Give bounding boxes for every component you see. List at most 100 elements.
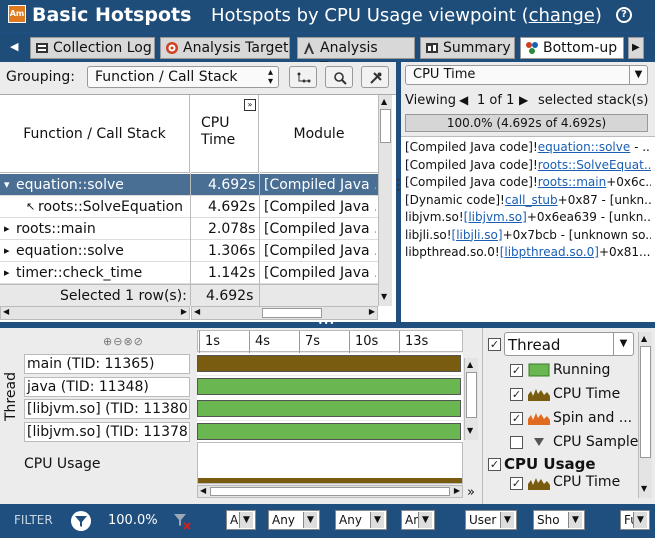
scroll-down-icon[interactable]: ▼: [467, 426, 473, 435]
frame-link[interactable]: roots::main: [538, 175, 606, 189]
thread-activity-bar[interactable]: [197, 422, 461, 440]
stack-frame[interactable]: libpthread.so.0![libpthread.so.0]+0x81..…: [405, 245, 651, 259]
scroll-down-icon[interactable]: ▼: [641, 484, 647, 493]
tab-analysis-type[interactable]: Analysis Type: [297, 37, 415, 76]
tab-analysis-target[interactable]: Analysis Target: [160, 37, 290, 59]
scroll-left-icon[interactable]: ◀: [3, 307, 9, 316]
cpu-usage-group-checkbox[interactable]: ✓: [488, 458, 501, 471]
call-stack-mode-button[interactable]: [289, 66, 317, 88]
stack-frame[interactable]: [Compiled Java code]!roots::main+0x6c...: [405, 175, 651, 189]
legend-scrollbar[interactable]: ▲ ▼: [638, 332, 652, 498]
zoom-controls[interactable]: ⊕⊖⊗⊘: [103, 335, 144, 348]
legend-checkbox[interactable]: ✓: [510, 388, 523, 401]
grid-vertical-scrollbar[interactable]: ▲ ▼: [378, 95, 392, 306]
scroll-thumb[interactable]: [466, 372, 477, 418]
thread-label[interactable]: [libjvm.so] (TID: 11380): [24, 399, 190, 419]
stack-frame[interactable]: [Dynamic code]!call_stub+0x87 - [unkn...: [405, 193, 651, 207]
table-row[interactable]: ▸ equation::solve 1.306s [Compiled Java ...: [0, 240, 378, 262]
frame-link[interactable]: [libpthread.so.0]: [500, 245, 599, 259]
row-expander-icon[interactable]: ▸: [4, 218, 10, 239]
scroll-thumb[interactable]: [262, 308, 322, 318]
scroll-right-icon[interactable]: ▶: [369, 307, 375, 316]
frame-link[interactable]: call_stub: [505, 193, 558, 207]
zoom-reset-icon[interactable]: ⊘: [134, 335, 144, 348]
thread-label[interactable]: java (TID: 11348): [24, 376, 190, 397]
scroll-thumb[interactable]: [640, 346, 651, 458]
frame-link[interactable]: roots::SolveEquat...: [538, 158, 651, 172]
legend-checkbox[interactable]: [510, 436, 523, 449]
prev-stack-icon[interactable]: ◀: [459, 93, 468, 107]
scroll-left-icon[interactable]: ◀: [194, 307, 200, 316]
scroll-right-icon[interactable]: ▶: [454, 486, 460, 495]
help-icon[interactable]: ?: [616, 7, 632, 23]
thread-group-select[interactable]: Thread ▼: [504, 332, 634, 356]
tab-collection-log[interactable]: Collection Log: [30, 37, 155, 59]
settings-button[interactable]: [361, 66, 389, 88]
tab-scroll-left-icon[interactable]: ◀: [10, 40, 18, 53]
search-button[interactable]: [325, 66, 353, 88]
grouping-select[interactable]: Function / Call Stack ▴ ▾: [87, 66, 279, 88]
table-row[interactable]: ▸ roots::main 2.078s [Compiled Java ...: [0, 218, 378, 240]
column-header-function[interactable]: Function / Call Stack: [0, 95, 190, 173]
thread-activity-bar[interactable]: [197, 400, 461, 417]
timeline-h-scrollbar[interactable]: ◀ ▶: [197, 485, 463, 498]
expand-column-icon[interactable]: »: [244, 99, 256, 111]
tab-scroll-right-icon[interactable]: ▶: [628, 37, 644, 59]
row-expander-icon[interactable]: ▸: [4, 240, 10, 261]
filter-dropdown[interactable]: Fur▼: [620, 510, 650, 530]
scroll-up-icon[interactable]: ▲: [381, 97, 387, 106]
table-row[interactable]: ▸ timer::check_time 1.142s [Compiled Java .…: [0, 262, 378, 284]
stack-frame[interactable]: libjli.so![libjli.so]+0x7bcb - [unknown …: [405, 228, 651, 242]
legend-panel: ✓ Thread ▼ ✓ Running ✓ CPU Time ✓ Spin and ..…: [482, 328, 655, 504]
row-expander-icon[interactable]: ↖: [26, 196, 35, 217]
legend-checkbox[interactable]: ✓: [510, 477, 523, 490]
scroll-right-icon[interactable]: ▶: [181, 307, 187, 316]
filter-dropdown[interactable]: Any ▼: [335, 510, 387, 530]
thread-label[interactable]: main (TID: 11365): [24, 354, 190, 374]
row-expander-icon[interactable]: ▾: [4, 174, 10, 195]
zoom-out-icon[interactable]: ⊖: [113, 335, 123, 348]
grid-h-scrollbar-2[interactable]: ◀ ▶: [191, 306, 378, 320]
thread-activity-bar[interactable]: [197, 355, 461, 372]
tab-summary[interactable]: Summary: [420, 37, 515, 59]
zoom-in-icon[interactable]: ⊕: [103, 335, 113, 348]
more-icon[interactable]: »: [467, 485, 475, 500]
scroll-down-icon[interactable]: ▼: [381, 292, 387, 301]
column-header-module[interactable]: Module: [260, 95, 378, 173]
scroll-thumb[interactable]: [210, 487, 450, 496]
filter-dropdown[interactable]: Any ▼: [268, 510, 320, 530]
legend-checkbox[interactable]: ✓: [510, 364, 523, 377]
stack-metric-select[interactable]: CPU Time ▼: [405, 65, 648, 85]
thread-activity-bar[interactable]: [197, 377, 461, 395]
clear-filter-icon[interactable]: [172, 511, 192, 531]
filter-dropdown[interactable]: An ▼: [401, 510, 435, 530]
scroll-thumb[interactable]: [380, 109, 391, 143]
filter-dropdown[interactable]: Sho ▼: [533, 510, 585, 530]
change-viewpoint-link[interactable]: change: [529, 5, 595, 26]
thread-group-checkbox[interactable]: ✓: [488, 338, 501, 351]
legend-checkbox[interactable]: ✓: [510, 412, 523, 425]
row-function: timer::check_time: [16, 265, 143, 281]
table-row[interactable]: ▾ equation::solve 4.692s [Compiled Java ...: [0, 174, 378, 196]
thread-label[interactable]: [libjvm.so] (TID: 11378): [24, 421, 190, 442]
scroll-up-icon[interactable]: ▲: [467, 360, 473, 369]
splitter-grip-icon[interactable]: •••: [318, 319, 335, 328]
filter-dropdown[interactable]: User ▼: [465, 510, 517, 530]
zoom-fit-icon[interactable]: ⊗: [123, 335, 133, 348]
scroll-left-icon[interactable]: ◀: [200, 486, 206, 495]
frame-link[interactable]: equation::solve: [538, 140, 630, 154]
timeline-vertical-scrollbar[interactable]: ▲ ▼: [464, 358, 478, 440]
grid-h-scrollbar-1[interactable]: ◀ ▶: [0, 306, 190, 320]
stack-frame[interactable]: [Compiled Java code]!roots::SolveEquat..…: [405, 158, 651, 172]
table-row[interactable]: ↖ roots::SolveEquation 4.692s [Compiled Jav…: [0, 196, 378, 218]
filter-dropdown[interactable]: A ▼: [226, 510, 256, 530]
stack-frame[interactable]: [Compiled Java code]!equation::solve - .…: [405, 140, 651, 154]
row-expander-icon[interactable]: ▸: [4, 262, 10, 283]
filter-icon[interactable]: [70, 510, 92, 532]
scroll-up-icon[interactable]: ▲: [641, 334, 647, 343]
stack-frame[interactable]: libjvm.so![libjvm.so]+0x6ea639 - [unkn..…: [405, 210, 651, 224]
tab-bottom-up[interactable]: Bottom-up: [520, 37, 624, 59]
frame-link[interactable]: [libjvm.so]: [464, 210, 527, 224]
frame-link[interactable]: [libjli.so]: [452, 228, 503, 242]
next-stack-icon[interactable]: ▶: [519, 93, 528, 107]
